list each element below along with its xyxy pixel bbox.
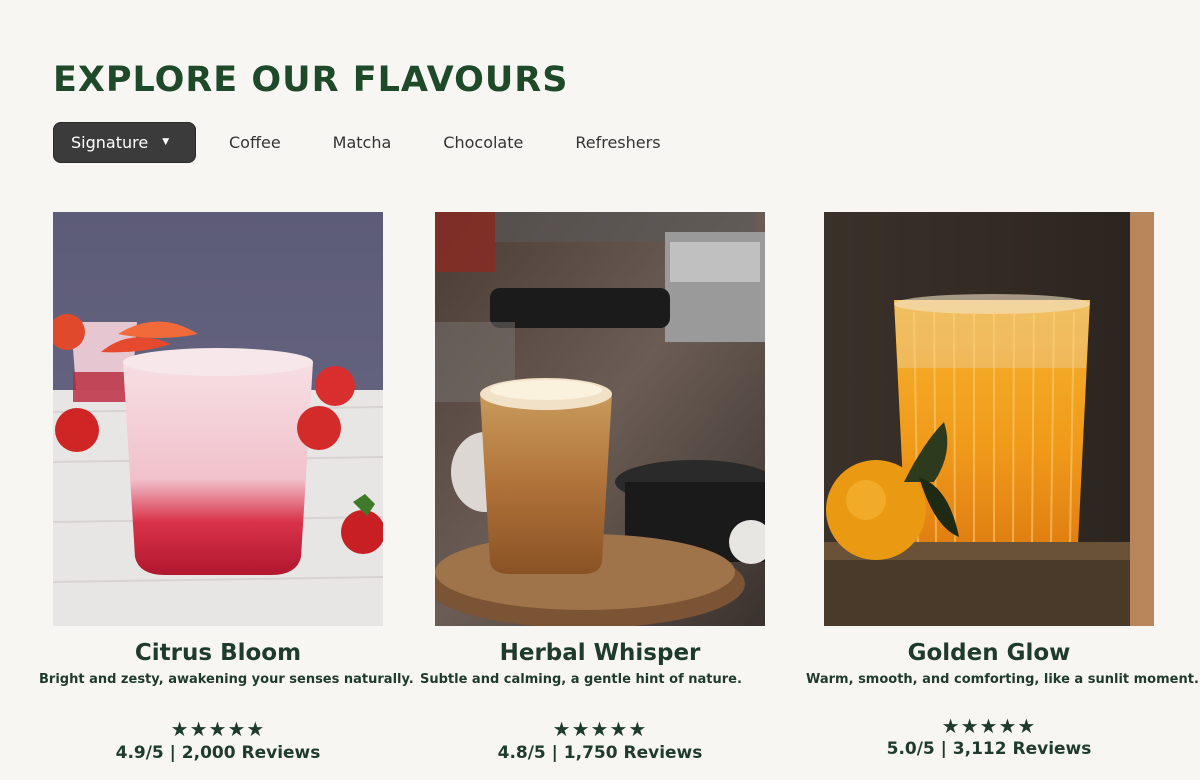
tab-signature-label: Signature <box>71 133 149 152</box>
strawberry-drink-photo <box>53 212 383 626</box>
product-name: Golden Glow <box>907 640 1071 666</box>
flavour-tabs: Signature ▼ Coffee Matcha Chocolate Refr… <box>53 122 661 163</box>
orange-juice-photo <box>824 212 1154 626</box>
product-card-herbal-whisper[interactable]: Herbal Whisper Subtle and calming, a gen… <box>420 212 765 763</box>
product-description: Bright and zesty, awakening your senses … <box>39 672 414 687</box>
product-card-golden-glow[interactable]: Golden Glow Warm, smooth, and comforting… <box>806 212 1199 759</box>
star-rating-icon: ★★★★★ <box>552 719 648 741</box>
product-card-citrus-bloom[interactable]: Citrus Bloom Bright and zesty, awakening… <box>39 212 414 763</box>
tab-chocolate[interactable]: Chocolate <box>443 122 523 163</box>
tab-coffee[interactable]: Coffee <box>229 122 281 163</box>
rating-summary: 5.0/5 | 3,112 Reviews <box>886 739 1092 759</box>
product-description: Warm, smooth, and comforting, like a sun… <box>806 672 1199 687</box>
star-rating-icon: ★★★★★ <box>941 716 1037 738</box>
product-name: Herbal Whisper <box>499 640 701 666</box>
tab-signature[interactable]: Signature ▼ <box>53 122 196 163</box>
page-title: EXPLORE OUR FLAVOURS <box>53 60 569 100</box>
rating-summary: 4.9/5 | 2,000 Reviews <box>115 743 321 763</box>
tab-matcha[interactable]: Matcha <box>333 122 392 163</box>
product-description: Subtle and calming, a gentle hint of nat… <box>420 672 742 687</box>
caret-down-icon: ▼ <box>162 137 170 147</box>
product-name: Citrus Bloom <box>134 640 302 666</box>
tab-refreshers[interactable]: Refreshers <box>575 122 660 163</box>
espresso-latte-photo <box>435 212 765 626</box>
rating-summary: 4.8/5 | 1,750 Reviews <box>497 743 703 763</box>
star-rating-icon: ★★★★★ <box>170 719 266 741</box>
